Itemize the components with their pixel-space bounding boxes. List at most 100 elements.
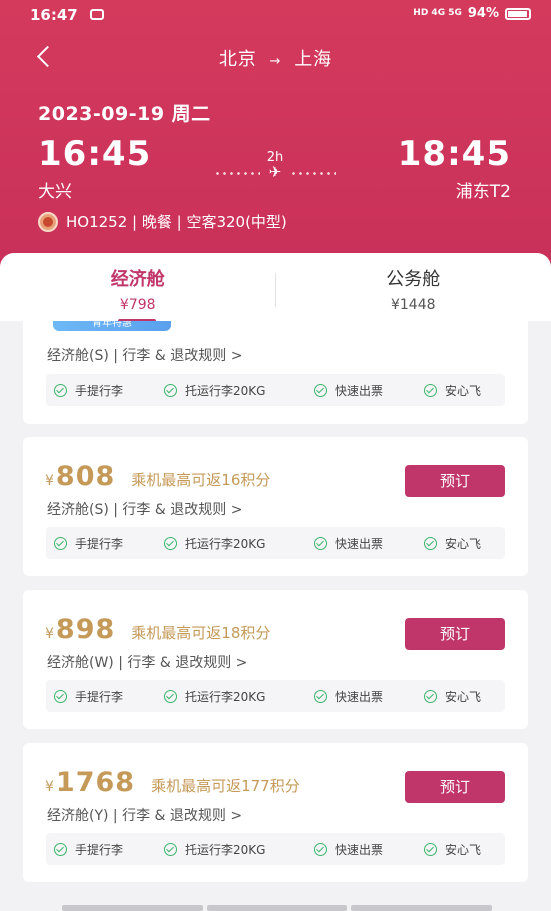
feature-item: 快速出票 bbox=[314, 841, 383, 858]
feature-label: 手提行李 bbox=[75, 384, 124, 398]
feature-item: 快速出票 bbox=[314, 382, 383, 399]
points-text: 乘机最高可返177积分 bbox=[151, 777, 300, 795]
check-circle-icon bbox=[424, 843, 437, 856]
fare-card: ¥ 808 乘机最高可返16积分 预订 经济舱(S) | 行李 & 退改规则 >… bbox=[23, 437, 528, 576]
feature-label: 托运行李20KG bbox=[185, 690, 266, 704]
check-circle-icon bbox=[54, 843, 67, 856]
book-button[interactable]: 预订 bbox=[405, 618, 505, 650]
baggage-rules-link[interactable]: 经济舱(W) | 行李 & 退改规则 > bbox=[47, 652, 247, 672]
feature-item: 快速出票 bbox=[314, 688, 383, 705]
route-from: 北京 bbox=[218, 49, 257, 70]
promo-tag: 青年特惠 bbox=[53, 321, 171, 331]
feature-label: 快速出票 bbox=[335, 537, 384, 551]
feature-label: 安心飞 bbox=[445, 690, 482, 704]
feature-item: 快速出票 bbox=[314, 535, 383, 552]
check-circle-icon bbox=[54, 690, 67, 703]
feature-item: 手提行李 bbox=[54, 535, 123, 552]
feature-item: 托运行李20KG bbox=[164, 382, 265, 399]
check-circle-icon bbox=[314, 843, 327, 856]
fare-card: ¥ 898 乘机最高可返18积分 预订 经济舱(W) | 行李 & 退改规则 >… bbox=[23, 590, 528, 729]
feature-label: 手提行李 bbox=[75, 690, 124, 704]
tab-economy-price: ¥798 bbox=[119, 297, 156, 313]
feature-label: 快速出票 bbox=[335, 690, 384, 704]
path-dots-left bbox=[214, 172, 260, 175]
path-dots-right bbox=[290, 172, 336, 175]
route-arrow: → bbox=[269, 54, 282, 69]
status-indicators: HD 4G 5G 94% bbox=[413, 6, 531, 21]
fare-price: 898 bbox=[55, 614, 116, 645]
features-row: 手提行李 托运行李20KG 快速出票 安心飞 bbox=[46, 833, 505, 865]
tab-business-price: ¥1448 bbox=[390, 297, 436, 313]
fare-price: 1768 bbox=[55, 767, 136, 798]
baggage-rules-link[interactable]: 经济舱(Y) | 行李 & 退改规则 > bbox=[47, 805, 242, 825]
fare-price: 808 bbox=[55, 461, 116, 492]
feature-item: 手提行李 bbox=[54, 688, 123, 705]
route-title: 北京 → 上海 bbox=[0, 45, 551, 71]
currency-symbol: ¥ bbox=[45, 779, 54, 795]
features-row: 手提行李 托运行李20KG 快速出票 安心飞 bbox=[46, 374, 505, 406]
check-circle-icon bbox=[164, 843, 177, 856]
check-circle-icon bbox=[424, 384, 437, 397]
currency-symbol: ¥ bbox=[45, 473, 54, 489]
feature-item: 手提行李 bbox=[54, 382, 123, 399]
vpn-icon bbox=[90, 9, 104, 20]
battery-icon bbox=[505, 7, 531, 20]
feature-item: 托运行李20KG bbox=[164, 535, 265, 552]
feature-item: 手提行李 bbox=[54, 841, 123, 858]
check-circle-icon bbox=[314, 690, 327, 703]
check-circle-icon bbox=[164, 690, 177, 703]
status-bar: 16:47 HD 4G 5G 94% bbox=[0, 6, 551, 28]
feature-label: 快速出票 bbox=[335, 843, 384, 857]
features-row: 手提行李 托运行李20KG 快速出票 安心飞 bbox=[46, 680, 505, 712]
departure-airport: 大兴 bbox=[38, 182, 72, 202]
feature-item: 安心飞 bbox=[424, 535, 481, 552]
feature-item: 安心飞 bbox=[424, 841, 481, 858]
price-row: ¥ 808 乘机最高可返16积分 bbox=[45, 461, 270, 492]
flight-info: HO1252 | 晚餐 | 空客320(中型) bbox=[38, 211, 287, 232]
points-text: 乘机最高可返16积分 bbox=[131, 471, 271, 489]
features-row: 手提行李 托运行李20KG 快速出票 安心飞 bbox=[46, 527, 505, 559]
feature-item: 托运行李20KG bbox=[164, 688, 265, 705]
fare-card: ¥ 1768 乘机最高可返177积分 预订 经济舱(Y) | 行李 & 退改规则… bbox=[23, 743, 528, 882]
feature-label: 快速出票 bbox=[335, 384, 384, 398]
status-time: 16:47 bbox=[30, 6, 78, 24]
feature-label: 手提行李 bbox=[75, 843, 124, 857]
feature-item: 安心飞 bbox=[424, 382, 481, 399]
check-circle-icon bbox=[164, 537, 177, 550]
feature-label: 安心飞 bbox=[445, 843, 482, 857]
book-button[interactable]: 预订 bbox=[405, 465, 505, 497]
feature-label: 托运行李20KG bbox=[185, 384, 266, 398]
flight-info-text: HO1252 | 晚餐 | 空客320(中型) bbox=[66, 213, 287, 231]
battery-text: 94% bbox=[467, 6, 499, 21]
feature-label: 安心飞 bbox=[445, 537, 482, 551]
fare-card: 青年特惠 经济舱(S) | 行李 & 退改规则 > 手提行李 托运行李20KG … bbox=[23, 321, 528, 424]
book-button[interactable]: 预订 bbox=[405, 771, 505, 803]
network-indicator: HD 4G 5G bbox=[413, 8, 462, 18]
bottom-tab-bar-edge bbox=[62, 905, 493, 911]
feature-item: 托运行李20KG bbox=[164, 841, 265, 858]
arrival-airport: 浦东T2 bbox=[455, 182, 511, 202]
plane-icon: ✈ bbox=[268, 163, 282, 181]
baggage-rules-link[interactable]: 经济舱(S) | 行李 & 退改规则 > bbox=[47, 345, 242, 365]
flight-date: 2023-09-19 周二 bbox=[38, 103, 211, 125]
bottom-segment bbox=[62, 905, 203, 911]
price-row: ¥ 898 乘机最高可返18积分 bbox=[45, 614, 270, 645]
feature-label: 手提行李 bbox=[75, 537, 124, 551]
feature-label: 托运行李20KG bbox=[185, 843, 266, 857]
tab-business[interactable]: 公务舱 ¥1448 bbox=[276, 253, 551, 321]
baggage-rules-link[interactable]: 经济舱(S) | 行李 & 退改规则 > bbox=[47, 499, 242, 519]
points-text: 乘机最高可返18积分 bbox=[131, 624, 271, 642]
cabin-tabs: 经济舱 ¥798 公务舱 ¥1448 bbox=[0, 253, 551, 323]
check-circle-icon bbox=[54, 384, 67, 397]
feature-label: 安心飞 bbox=[445, 384, 482, 398]
feature-item: 安心飞 bbox=[424, 688, 481, 705]
tab-business-label: 公务舱 bbox=[386, 269, 441, 290]
bottom-segment bbox=[351, 905, 493, 911]
airline-logo-icon bbox=[38, 211, 58, 232]
arrival-time: 18:45 bbox=[397, 134, 511, 174]
tab-economy[interactable]: 经济舱 ¥798 bbox=[0, 253, 276, 323]
check-circle-icon bbox=[164, 384, 177, 397]
bottom-segment bbox=[206, 905, 348, 911]
check-circle-icon bbox=[54, 537, 67, 550]
currency-symbol: ¥ bbox=[45, 626, 54, 642]
